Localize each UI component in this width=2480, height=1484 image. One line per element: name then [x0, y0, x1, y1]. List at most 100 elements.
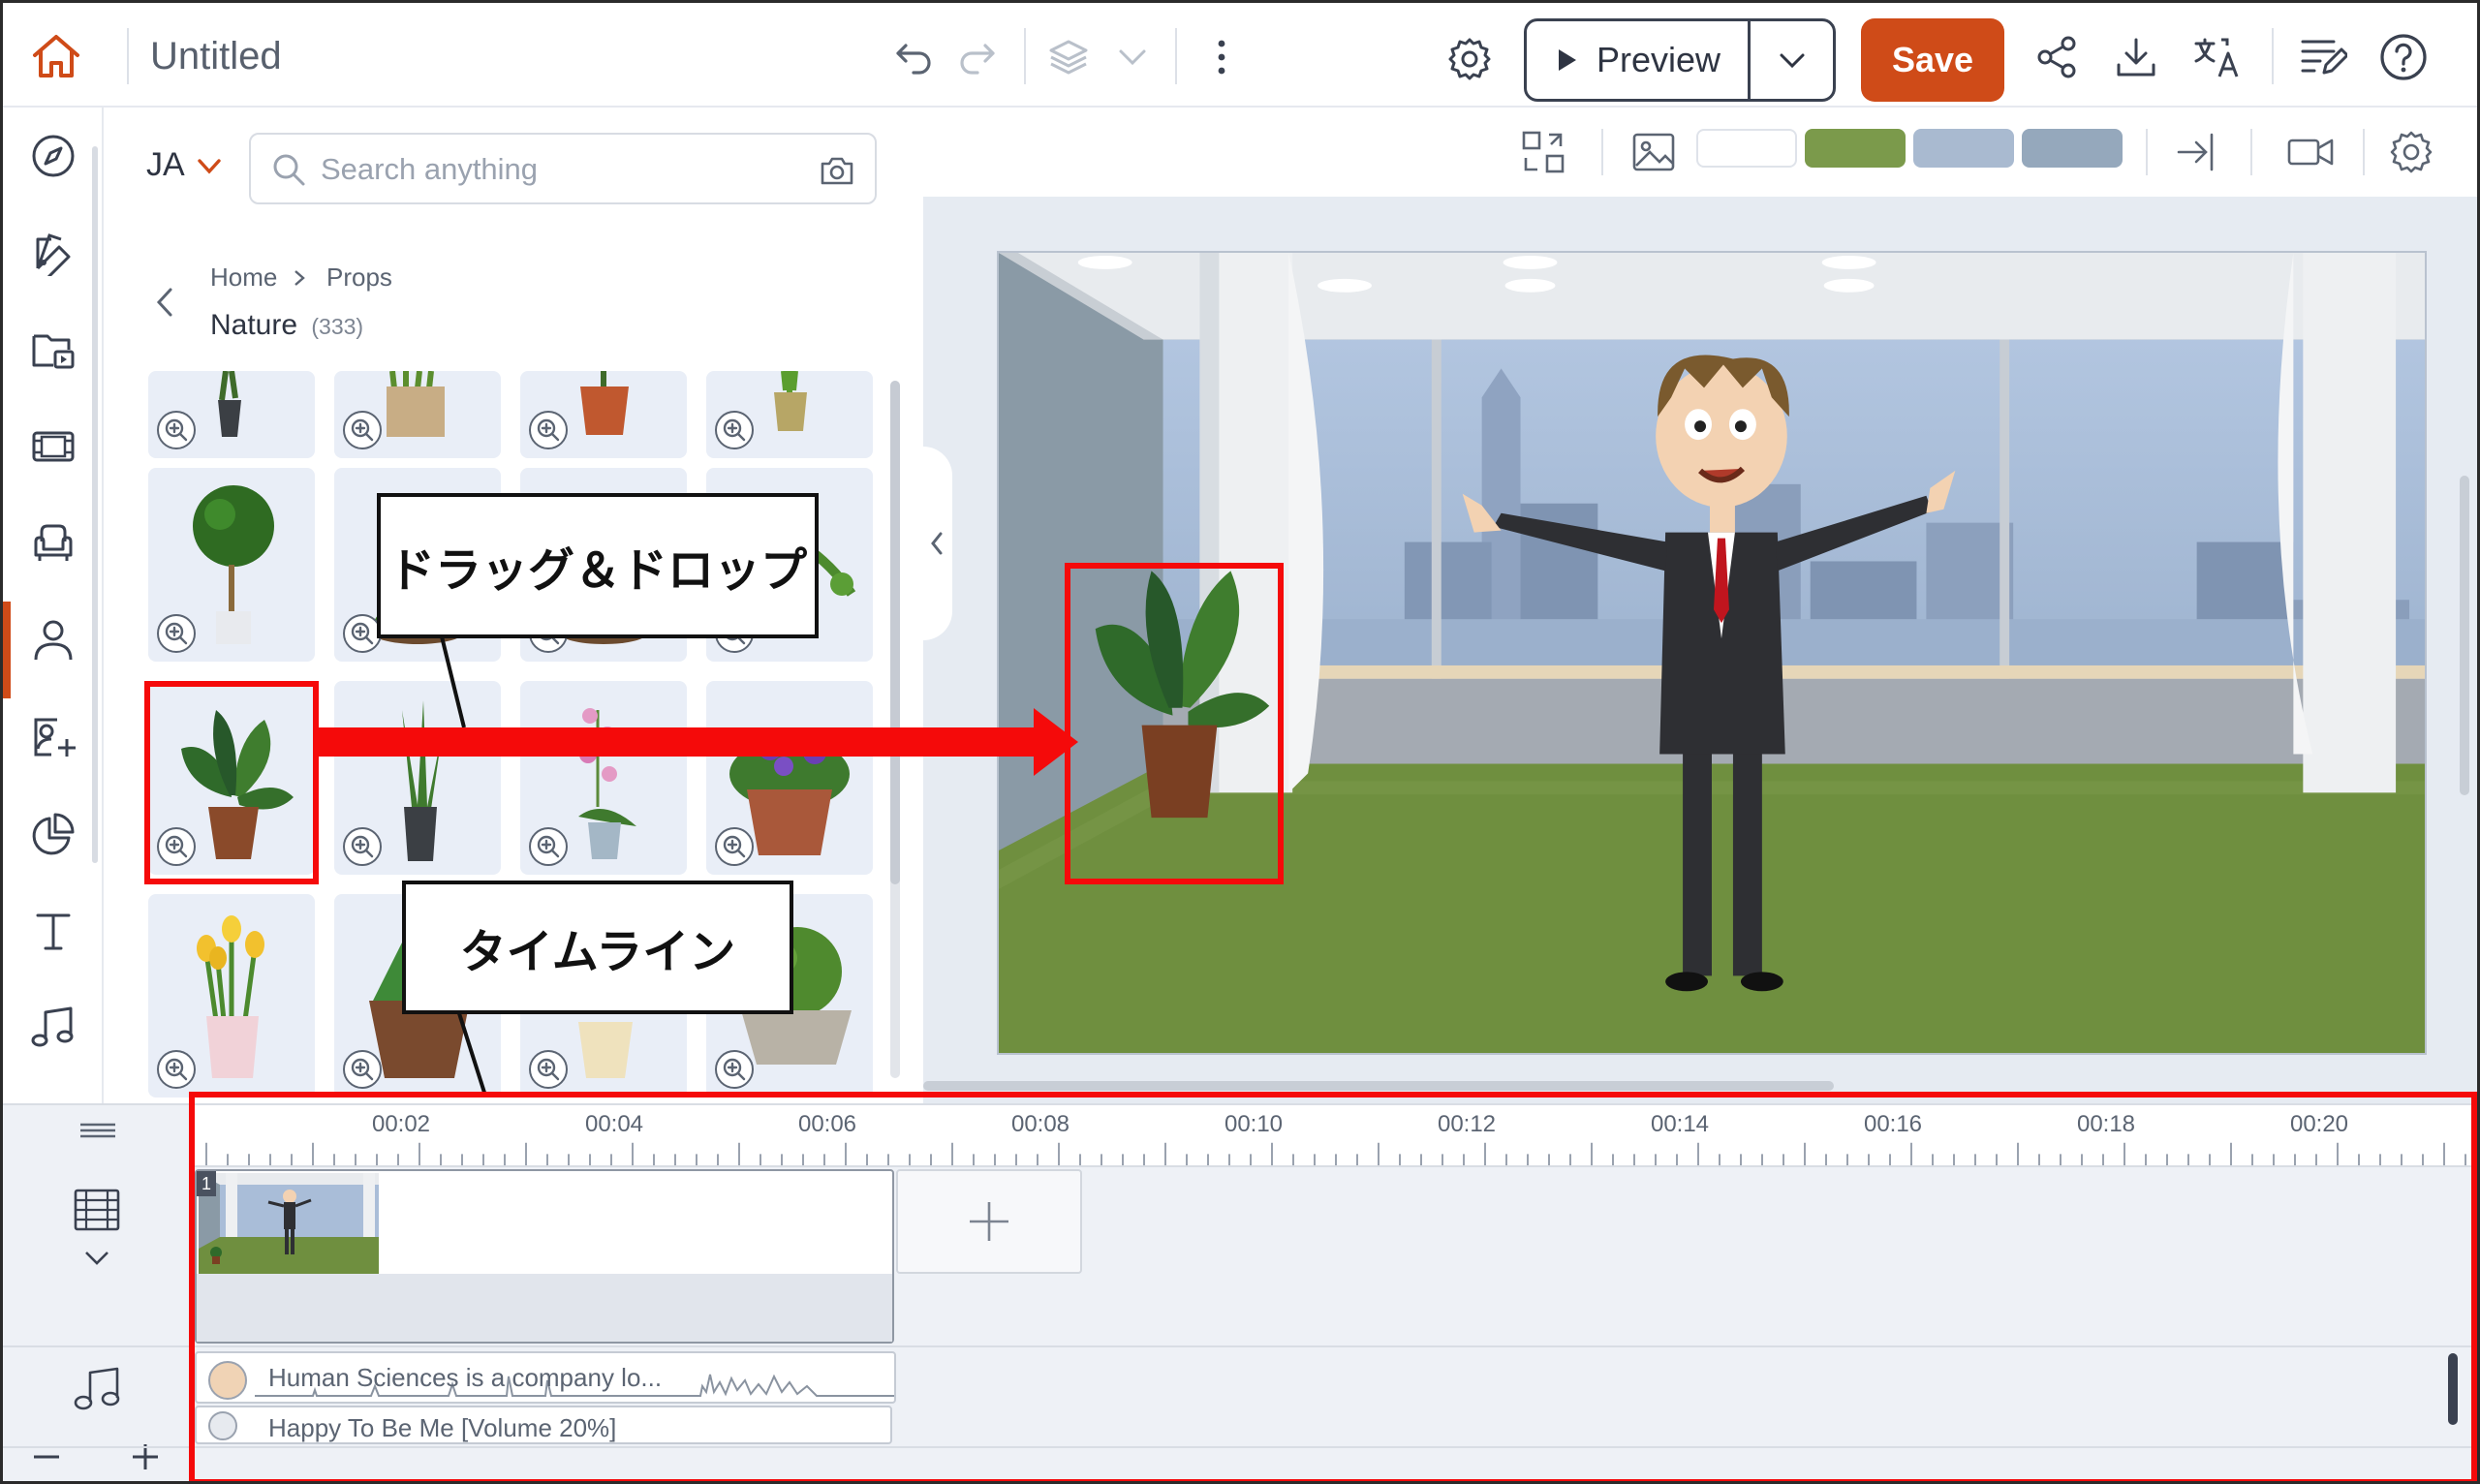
stage-vertical-scrollbar[interactable]	[2460, 476, 2469, 795]
zoom-in-icon[interactable]	[528, 410, 569, 450]
asset-tile-small-potted-plant[interactable]	[148, 371, 315, 458]
chevron-down-icon[interactable]	[197, 158, 222, 175]
stage-toolbar	[923, 108, 2477, 197]
text-icon[interactable]	[30, 908, 77, 954]
zoom-in-icon[interactable]	[342, 410, 383, 450]
asset-tile-topiary-tree[interactable]	[148, 468, 315, 662]
preview-main[interactable]: Preview	[1527, 21, 1750, 99]
asset-tile-snake-plant[interactable]	[334, 681, 501, 875]
panel-scrollbar[interactable]	[890, 381, 900, 1078]
film-icon[interactable]	[73, 1187, 121, 1233]
drag-handle-icon[interactable]	[78, 1119, 117, 1142]
divider	[1175, 28, 1177, 84]
zoom-in-icon[interactable]	[342, 826, 383, 867]
download-icon[interactable]	[2113, 34, 2159, 80]
music-note-icon[interactable]	[73, 1363, 123, 1413]
divider	[2272, 28, 2274, 84]
film-icon[interactable]	[30, 423, 77, 470]
search-input[interactable]	[321, 152, 805, 187]
person-card-icon[interactable]	[30, 714, 77, 760]
preview-options-button[interactable]	[1752, 21, 1833, 99]
asset-tile-purple-violets[interactable]	[706, 681, 873, 875]
chevron-right-icon	[294, 270, 305, 286]
asset-tile-yellow-pot-plant[interactable]	[706, 371, 873, 458]
gear-icon[interactable]	[1446, 36, 1493, 82]
active-indicator	[3, 602, 11, 698]
camera-icon[interactable]	[2285, 129, 2336, 175]
search-box[interactable]	[249, 133, 877, 204]
undo-icon[interactable]	[892, 36, 935, 78]
panel-scroll-thumb[interactable]	[890, 381, 900, 884]
highlight-source-tile	[144, 681, 319, 884]
zoom-in-icon[interactable]	[342, 1049, 383, 1090]
top-bar: Untitled Preview Save	[3, 3, 2477, 108]
breadcrumb-props[interactable]: Props	[326, 263, 392, 293]
chevron-down-icon[interactable]	[1111, 36, 1154, 78]
camera-icon[interactable]	[819, 152, 855, 189]
divider	[2250, 129, 2252, 175]
document-title[interactable]: Untitled	[150, 35, 282, 78]
swatch-steel-blue[interactable]	[2022, 129, 2123, 168]
swatch-white[interactable]	[1696, 129, 1797, 168]
zoom-in-icon[interactable]	[528, 826, 569, 867]
play-icon	[1558, 49, 1576, 71]
rail-scrollbar[interactable]	[92, 146, 98, 863]
zoom-in-icon[interactable]	[156, 1049, 197, 1090]
asset-tile-pink-orchid[interactable]	[520, 681, 687, 875]
person-icon[interactable]	[30, 617, 77, 664]
redo-icon[interactable]	[956, 36, 999, 78]
gear-icon[interactable]	[2388, 129, 2434, 175]
timeline-callout: タイムライン	[402, 881, 793, 1014]
divider	[2363, 129, 2365, 175]
category-title: Nature (333)	[210, 309, 363, 342]
drag-drop-callout: ドラッグ＆ドロップ	[377, 493, 819, 638]
preview-button[interactable]: Preview	[1524, 18, 1836, 102]
zoom-in-icon[interactable]	[714, 410, 755, 450]
chevron-left-icon	[931, 532, 943, 555]
back-chevron-icon[interactable]	[154, 286, 175, 319]
timeline-track-headers	[3, 1105, 193, 1481]
palette-icon[interactable]	[30, 230, 77, 280]
folder-video-icon[interactable]	[30, 326, 77, 373]
import-icon[interactable]	[2175, 129, 2221, 175]
divider	[1601, 129, 1603, 175]
chevron-down-icon[interactable]	[82, 1247, 111, 1268]
search-icon	[273, 154, 305, 186]
collapse-panel-tab[interactable]	[923, 447, 952, 640]
translate-icon[interactable]	[2192, 34, 2243, 80]
layers-icon[interactable]	[1047, 36, 1090, 78]
home-icon[interactable]	[30, 32, 82, 80]
swatch-green[interactable]	[1805, 129, 1906, 168]
zoom-in-icon[interactable]	[528, 1049, 569, 1090]
left-rail	[3, 108, 104, 1103]
asset-tile-red-pot-plant[interactable]	[520, 371, 687, 458]
zoom-in-icon[interactable]	[156, 613, 197, 654]
divider	[2146, 129, 2148, 175]
zoom-in-icon[interactable]	[156, 410, 197, 450]
divider	[1024, 28, 1026, 84]
zoom-in-icon[interactable]	[714, 826, 755, 867]
asset-tile-yellow-tulips[interactable]	[148, 894, 315, 1098]
category-count: (333)	[311, 314, 364, 339]
notes-icon[interactable]	[2299, 34, 2349, 80]
armchair-icon[interactable]	[30, 520, 77, 567]
image-icon[interactable]	[1630, 129, 1677, 175]
zoom-in-icon[interactable]	[714, 1049, 755, 1090]
highlight-dropped-prop	[1065, 563, 1284, 884]
save-button[interactable]: Save	[1861, 18, 2004, 102]
help-icon[interactable]	[2378, 32, 2429, 82]
pie-chart-icon[interactable]	[30, 811, 77, 857]
compass-icon[interactable]	[30, 133, 77, 179]
music-note-icon[interactable]	[30, 1005, 77, 1051]
swap-layout-icon[interactable]	[1520, 129, 1566, 175]
preview-label: Preview	[1596, 40, 1721, 79]
language-selector[interactable]: JA	[146, 146, 185, 184]
divider	[127, 28, 129, 84]
breadcrumb-home[interactable]: Home	[210, 263, 277, 293]
share-icon[interactable]	[2033, 34, 2080, 80]
stage-horizontal-scrollbar[interactable]	[923, 1081, 1834, 1091]
asset-tile-boxed-grass-plant[interactable]	[334, 371, 501, 458]
more-vertical-icon[interactable]	[1200, 36, 1243, 78]
swatch-light-blue[interactable]	[1913, 129, 2014, 168]
preview-divider	[1748, 21, 1751, 99]
